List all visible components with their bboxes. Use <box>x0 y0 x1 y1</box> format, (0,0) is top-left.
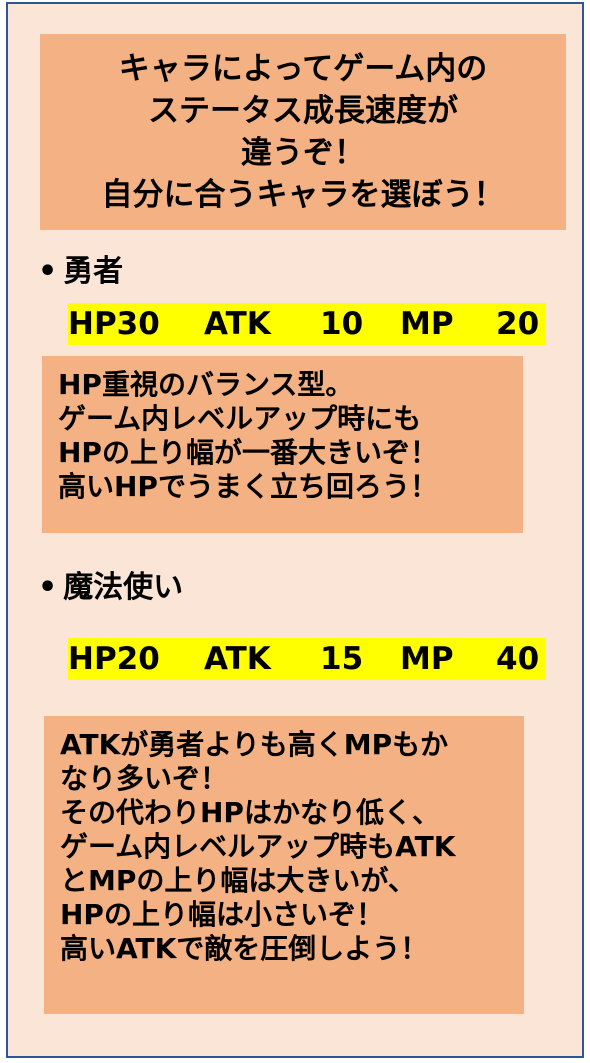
description-line: HP重視のバランス型。 <box>58 368 354 401</box>
description-line: ATKが勇者よりも高くMPもか <box>60 728 449 761</box>
stat-hp: HP20 <box>68 641 160 677</box>
character-title-hero: • 勇者 <box>38 252 123 292</box>
headline-line: キャラによってゲーム内の <box>118 51 488 87</box>
stat-atk-label: ATK <box>204 306 271 342</box>
description-line: その代わりHPはかなり低く、 <box>60 796 440 829</box>
stat-mp-label: MP <box>400 306 454 342</box>
bullet-point: • <box>38 570 58 605</box>
headline-line: 自分に合うキャラを選ぼう！ <box>101 177 505 213</box>
stats-bar-mage: HP20 ATK 15 MP 40 <box>68 638 546 680</box>
character-name: 勇者 <box>63 254 124 289</box>
character-title-mage: • 魔法使い <box>38 568 183 608</box>
stat-atk-value: 15 <box>320 641 364 677</box>
stat-atk-label: ATK <box>204 641 271 677</box>
description-line: 高いATKで敵を圧倒しよう！ <box>60 932 429 965</box>
description-line: HPの上り幅は小さいぞ！ <box>60 898 384 931</box>
description-line: 高いHPでうまく立ち回ろう！ <box>58 470 438 503</box>
stat-mp-value: 20 <box>496 306 540 342</box>
description-line: ゲーム内レベルアップ時もATK <box>60 830 456 863</box>
description-line: ゲーム内レベルアップ時にも <box>58 402 422 435</box>
description-line: なり多いぞ！ <box>60 762 229 795</box>
stat-atk-value: 10 <box>320 306 364 342</box>
description-box-hero: HP重視のバランス型。 ゲーム内レベルアップ時にも HPの上り幅が一番大きいぞ！… <box>42 356 523 533</box>
stat-hp: HP30 <box>68 306 160 342</box>
headline-box: キャラによってゲーム内の ステータス成長速度が 違うぞ！ 自分に合うキャラを選ぼ… <box>40 34 566 230</box>
character-name: 魔法使い <box>63 570 184 605</box>
bullet-point: • <box>38 254 58 289</box>
headline-line: 違うぞ！ <box>241 135 365 171</box>
description-line: とMPの上り幅は大きいが、 <box>60 864 416 897</box>
stat-mp-label: MP <box>400 641 454 677</box>
info-panel: キャラによってゲーム内の ステータス成長速度が 違うぞ！ 自分に合うキャラを選ぼ… <box>6 2 584 1058</box>
stats-bar-hero: HP30 ATK 10 MP 20 <box>68 303 546 345</box>
description-line: HPの上り幅が一番大きいぞ！ <box>58 436 438 469</box>
headline-line: ステータス成長速度が <box>148 93 458 129</box>
stat-mp-value: 40 <box>496 641 540 677</box>
description-box-mage: ATKが勇者よりも高くMPもか なり多いぞ！ その代わりHPはかなり低く、 ゲー… <box>44 716 524 1014</box>
